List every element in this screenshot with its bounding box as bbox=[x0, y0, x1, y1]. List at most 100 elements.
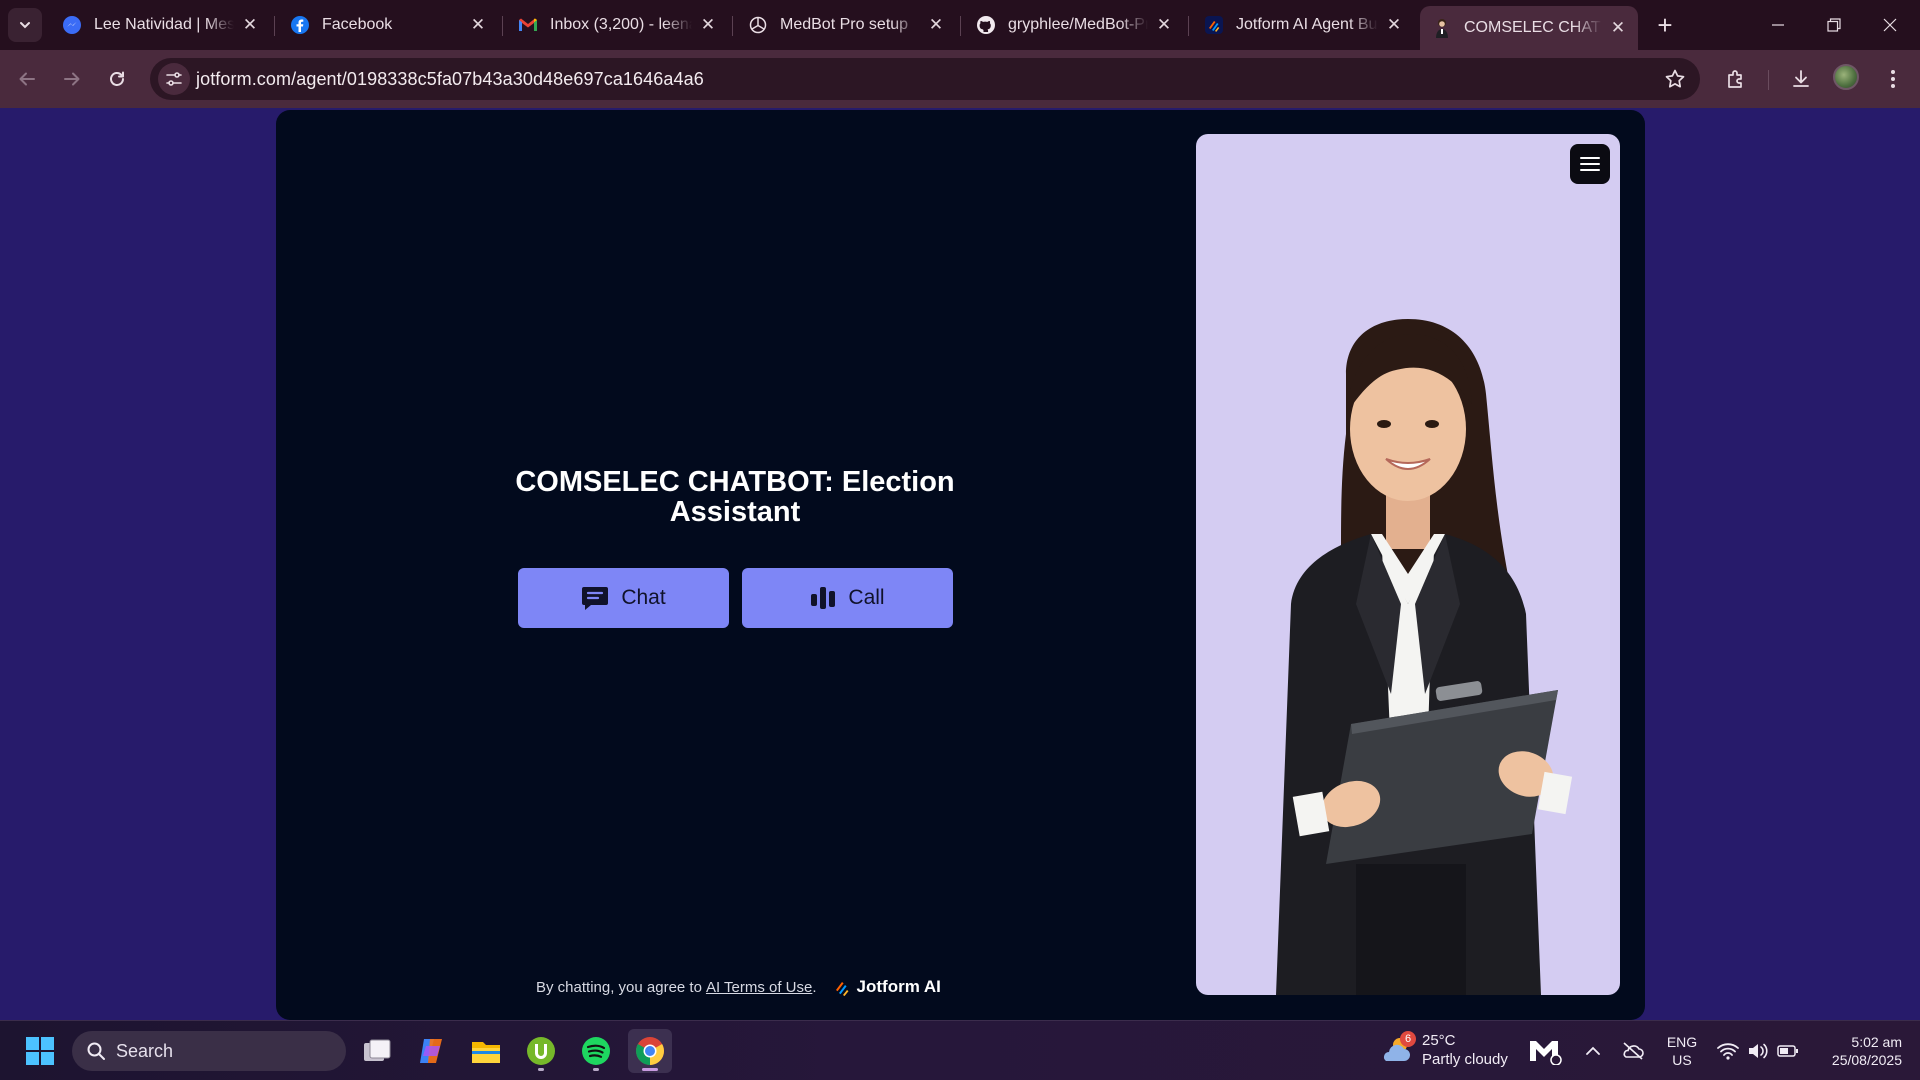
tab-divider bbox=[274, 16, 275, 36]
terms-prefix: By chatting, you agree to bbox=[536, 978, 702, 996]
tab-title: gryphlee/MedBot-Pro bbox=[1008, 16, 1148, 33]
clock-date: 25/08/2025 bbox=[1831, 1052, 1902, 1068]
tab-divider bbox=[732, 16, 733, 36]
more-vertical-icon bbox=[1891, 70, 1895, 88]
jotform-icon bbox=[1204, 15, 1224, 35]
running-indicator bbox=[538, 1068, 544, 1071]
terms-notice: By chatting, you agree to AI Terms of Us… bbox=[536, 977, 941, 997]
cloud-off-icon bbox=[1623, 1042, 1644, 1060]
clock-time: 5:02 am bbox=[1851, 1034, 1902, 1050]
extensions-button[interactable] bbox=[1719, 62, 1753, 96]
weather-alert-badge: 6 bbox=[1400, 1031, 1416, 1047]
partly-cloudy-icon: 6 bbox=[1380, 1031, 1416, 1067]
windows-logo-icon bbox=[26, 1037, 54, 1065]
tab-messenger[interactable]: Lee Natividad | Messenger ✕ bbox=[50, 6, 270, 44]
puzzle-icon bbox=[1728, 70, 1742, 88]
close-icon[interactable]: ✕ bbox=[240, 15, 260, 35]
close-icon[interactable]: ✕ bbox=[468, 15, 488, 35]
tab-title: Facebook bbox=[322, 16, 393, 33]
spotify-icon bbox=[582, 1037, 610, 1065]
volume-button[interactable] bbox=[1744, 1021, 1772, 1080]
tab-search-button[interactable] bbox=[8, 8, 42, 42]
close-icon[interactable]: ✕ bbox=[926, 15, 946, 35]
downloads-button[interactable] bbox=[1784, 62, 1818, 96]
back-button[interactable] bbox=[10, 62, 44, 96]
tab-divider bbox=[960, 16, 961, 36]
browser-toolbar: jotform.com/agent/0198338c5fa07b43a30d48… bbox=[0, 50, 1920, 108]
weather-condition: Partly cloudy bbox=[1422, 1051, 1508, 1068]
reload-button[interactable] bbox=[100, 62, 134, 96]
tab-github[interactable]: gryphlee/MedBot-Pro ✕ bbox=[964, 6, 1184, 44]
tab-medbot-setup[interactable]: MedBot Pro setup ✕ bbox=[736, 6, 956, 44]
battery-button[interactable] bbox=[1774, 1021, 1802, 1080]
forward-button[interactable] bbox=[55, 62, 89, 96]
close-icon bbox=[1883, 18, 1897, 32]
jotform-logo-icon bbox=[835, 978, 851, 996]
chrome-button[interactable] bbox=[628, 1029, 672, 1073]
restore-button[interactable] bbox=[1806, 0, 1862, 50]
tab-facebook[interactable]: Facebook ✕ bbox=[278, 6, 498, 44]
folder-icon bbox=[472, 1042, 500, 1063]
close-icon[interactable]: ✕ bbox=[1384, 15, 1404, 35]
audio-bars-icon bbox=[810, 585, 836, 611]
browser-menu-button[interactable] bbox=[1876, 62, 1910, 96]
tab-title: COMSELEC CHATBOT bbox=[1464, 19, 1602, 36]
close-icon[interactable]: ✕ bbox=[698, 15, 718, 35]
start-button[interactable] bbox=[18, 1029, 62, 1073]
tab-gmail[interactable]: Inbox (3,200) - leenat ✕ bbox=[506, 6, 728, 44]
task-view-icon bbox=[364, 1039, 391, 1061]
reload-icon bbox=[110, 71, 124, 86]
show-hidden-icons-button[interactable] bbox=[1578, 1021, 1608, 1080]
search-placeholder: Search bbox=[116, 1040, 174, 1061]
gmail-tray-app[interactable] bbox=[1524, 1021, 1568, 1080]
tab-title: Inbox (3,200) - leenat bbox=[550, 16, 692, 33]
tune-icon bbox=[166, 72, 182, 86]
chevron-down-icon bbox=[20, 22, 30, 29]
address-bar[interactable]: jotform.com/agent/0198338c5fa07b43a30d48… bbox=[150, 58, 1700, 100]
onedrive-button[interactable] bbox=[1618, 1021, 1648, 1080]
agent-avatar-icon bbox=[1432, 18, 1452, 38]
bookmark-star-icon[interactable] bbox=[1664, 68, 1686, 95]
volume-icon bbox=[1749, 1043, 1768, 1059]
spotify-button[interactable] bbox=[574, 1029, 618, 1073]
task-view-button[interactable] bbox=[355, 1029, 399, 1073]
minimize-button[interactable] bbox=[1750, 0, 1806, 50]
ai-terms-link[interactable]: AI Terms of Use bbox=[706, 979, 812, 996]
call-button[interactable]: Call bbox=[742, 568, 953, 628]
input-language[interactable]: ENG US bbox=[1665, 1033, 1699, 1069]
close-icon[interactable]: ✕ bbox=[1608, 18, 1628, 38]
running-indicator bbox=[593, 1068, 599, 1071]
page-title: COMSELEC CHATBOT: Election Assistant bbox=[515, 466, 955, 528]
taskbar-search[interactable]: Search bbox=[72, 1031, 346, 1071]
tab-title: Lee Natividad | Messenger bbox=[94, 16, 234, 33]
new-tab-button[interactable]: + bbox=[1650, 10, 1680, 40]
jotform-ai-brand[interactable]: Jotform AI bbox=[835, 977, 941, 997]
utorrent-icon bbox=[527, 1037, 555, 1065]
system-clock[interactable]: 5:02 am 25/08/2025 bbox=[1812, 1033, 1902, 1069]
weather-widget[interactable]: 6 25°C Partly cloudy bbox=[1380, 1031, 1508, 1069]
site-info-button[interactable] bbox=[158, 63, 190, 95]
chatgpt-icon bbox=[748, 15, 768, 35]
agent-avatar-panel bbox=[1196, 134, 1620, 995]
profile-avatar[interactable] bbox=[1833, 64, 1859, 90]
restore-icon bbox=[1827, 18, 1841, 32]
copilot-button[interactable] bbox=[409, 1029, 453, 1073]
gmail-icon bbox=[518, 15, 538, 35]
chat-button[interactable]: Chat bbox=[518, 568, 729, 628]
utorrent-button[interactable] bbox=[519, 1029, 563, 1073]
messenger-icon bbox=[62, 15, 82, 35]
minimize-icon bbox=[1772, 24, 1784, 26]
file-explorer-button[interactable] bbox=[464, 1029, 508, 1073]
language-code: ENG bbox=[1666, 1034, 1698, 1050]
tab-jotform-builder[interactable]: Jotform AI Agent Builder ✕ bbox=[1192, 6, 1414, 44]
network-button[interactable] bbox=[1714, 1021, 1742, 1080]
chevron-up-icon bbox=[1586, 1046, 1600, 1055]
search-icon bbox=[86, 1041, 106, 1061]
chat-button-label: Chat bbox=[621, 586, 666, 609]
close-window-button[interactable] bbox=[1862, 0, 1918, 50]
close-icon[interactable]: ✕ bbox=[1154, 15, 1174, 35]
toolbar-divider bbox=[1768, 70, 1769, 90]
terms-suffix: . bbox=[812, 978, 817, 996]
gmail-notifier-icon bbox=[1530, 1041, 1562, 1065]
tab-comselec-chatbot[interactable]: COMSELEC CHATBOT ✕ bbox=[1420, 6, 1638, 50]
